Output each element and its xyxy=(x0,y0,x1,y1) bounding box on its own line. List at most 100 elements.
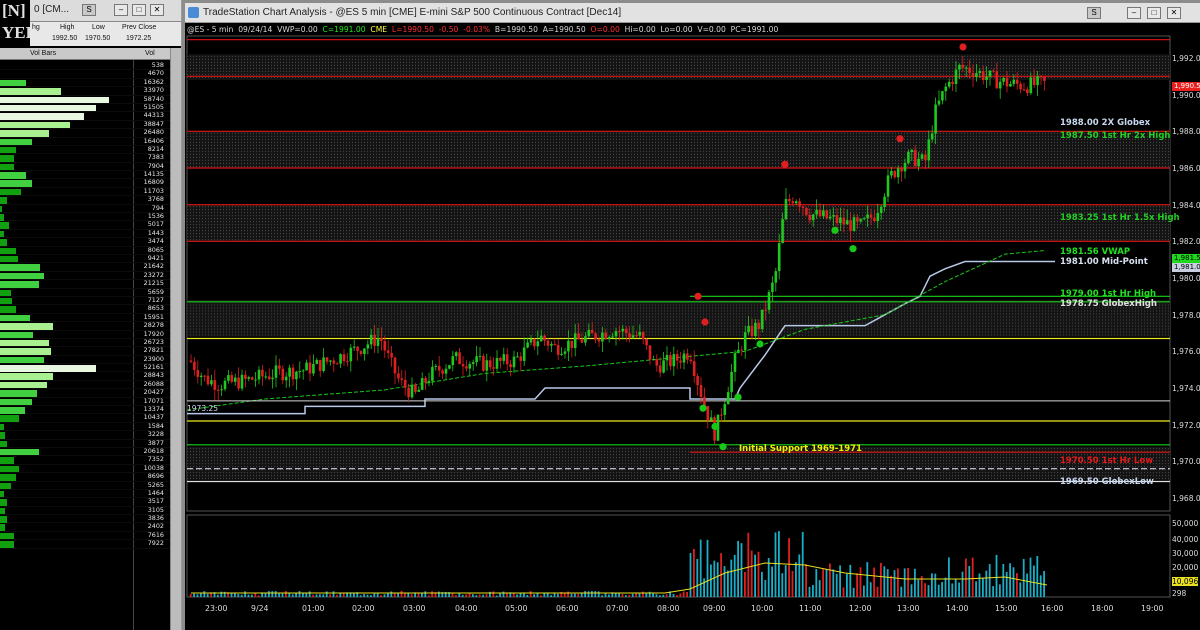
candle-body xyxy=(308,362,312,374)
candle-body xyxy=(257,369,261,380)
price-tick-label: 1,986.0 xyxy=(1172,164,1200,173)
left-scrollbar[interactable] xyxy=(170,48,181,630)
volume-bar xyxy=(247,594,250,597)
volume-bar xyxy=(553,593,556,597)
candle-body xyxy=(386,350,390,353)
volume-bar xyxy=(999,584,1001,597)
volume-bar xyxy=(689,553,692,597)
volume-bar xyxy=(0,138,32,146)
candle-body xyxy=(492,367,495,369)
volume-value: 26723 xyxy=(143,337,164,346)
candle-body xyxy=(539,335,543,342)
candle-body xyxy=(791,201,795,204)
volume-bar xyxy=(937,584,940,597)
candle-body xyxy=(798,201,801,207)
candle-body xyxy=(444,368,448,374)
candle-body xyxy=(369,334,373,345)
volume-value: 7904 xyxy=(147,161,164,170)
symbol-link-button[interactable]: S xyxy=(82,4,96,16)
volume-bar xyxy=(0,373,53,380)
volume-bar xyxy=(0,96,109,104)
volume-bar xyxy=(0,281,39,288)
maximize-button[interactable]: □ xyxy=(132,4,146,16)
volume-bar xyxy=(383,594,386,597)
volume-bar xyxy=(886,569,889,597)
volume-value: 4670 xyxy=(147,69,164,78)
candle-body xyxy=(271,377,274,380)
candle-body xyxy=(907,152,910,164)
candle-body xyxy=(373,334,376,346)
left-window-titlebar[interactable]: [N] YER 0 [CM... S – □ ✕ xyxy=(0,0,181,46)
candle-body xyxy=(1005,77,1009,87)
candle-body xyxy=(485,360,489,371)
volume-bar xyxy=(767,558,770,597)
candle-body xyxy=(879,206,883,214)
volume-row: 7922 xyxy=(0,539,181,549)
close-icon[interactable]: ✕ xyxy=(150,4,164,16)
volume-bar xyxy=(0,188,21,196)
volume-bar xyxy=(784,565,787,597)
volume-bar xyxy=(397,593,399,597)
volume-bar xyxy=(771,566,773,597)
volume-bar xyxy=(482,594,484,597)
candle-body xyxy=(641,331,645,340)
volume-value: 14135 xyxy=(143,170,164,179)
candle-body xyxy=(206,375,210,385)
volume-bar xyxy=(829,563,831,597)
volume-bar xyxy=(0,339,49,347)
volume-bar xyxy=(0,507,6,515)
volume-bar xyxy=(587,591,590,597)
candle-body xyxy=(818,209,822,217)
volume-value: 16809 xyxy=(143,178,164,187)
minimize-button[interactable]: – xyxy=(114,4,128,16)
volume-bar xyxy=(533,594,535,597)
volume-value: 44313 xyxy=(143,111,164,120)
volume-bar xyxy=(631,593,634,597)
time-tick-label: 16:00 xyxy=(1041,604,1064,613)
volume-bar xyxy=(727,570,729,597)
candle-body xyxy=(652,359,655,361)
candle-body xyxy=(784,199,788,220)
volume-bar xyxy=(0,432,6,439)
volume-bar xyxy=(468,593,471,597)
price-tick-label: 1,978.0 xyxy=(1172,310,1200,320)
volume-tick-label: 30,000 xyxy=(1172,549,1199,558)
candle-body xyxy=(410,384,414,398)
volume-bar xyxy=(941,582,943,597)
level-1st-hr-high: 1979.00 1st Hr High xyxy=(1060,289,1157,299)
candle-body xyxy=(648,345,652,360)
time-tick-label: 11:00 xyxy=(799,604,822,613)
price-chart[interactable] xyxy=(185,3,1200,630)
volume-bar xyxy=(193,593,195,597)
volume-bar xyxy=(1012,567,1015,597)
volume-value: 3768 xyxy=(147,195,164,204)
volume-bar xyxy=(563,593,566,597)
candle-body xyxy=(478,355,482,357)
candle-body xyxy=(873,217,876,222)
volume-bar xyxy=(220,591,223,597)
volume-bar xyxy=(427,595,430,597)
candle-body xyxy=(567,340,570,352)
volume-bar xyxy=(992,586,994,597)
candle-body xyxy=(318,359,322,371)
volume-bar xyxy=(1019,582,1022,597)
volume-bar xyxy=(1033,565,1035,597)
volume-value: 8214 xyxy=(147,144,164,153)
vol-bars-col-header: Vol Bars xyxy=(30,50,57,57)
candle-body xyxy=(250,377,254,380)
candle-body xyxy=(601,332,604,342)
volume-bar xyxy=(985,570,988,597)
volume-bar xyxy=(0,490,4,498)
volume-bar xyxy=(893,570,896,597)
candle-body xyxy=(227,375,230,381)
volume-bar xyxy=(461,594,464,597)
candle-body xyxy=(237,377,240,389)
candle-body xyxy=(301,370,305,372)
volume-tick-label: 50,000 xyxy=(1172,519,1199,528)
volume-bar xyxy=(713,560,716,597)
volume-value: 27821 xyxy=(143,346,164,355)
volume-bar xyxy=(747,532,750,597)
time-tick-label: 10:00 xyxy=(751,604,774,613)
candle-body xyxy=(607,336,611,339)
volume-bar xyxy=(951,583,954,597)
